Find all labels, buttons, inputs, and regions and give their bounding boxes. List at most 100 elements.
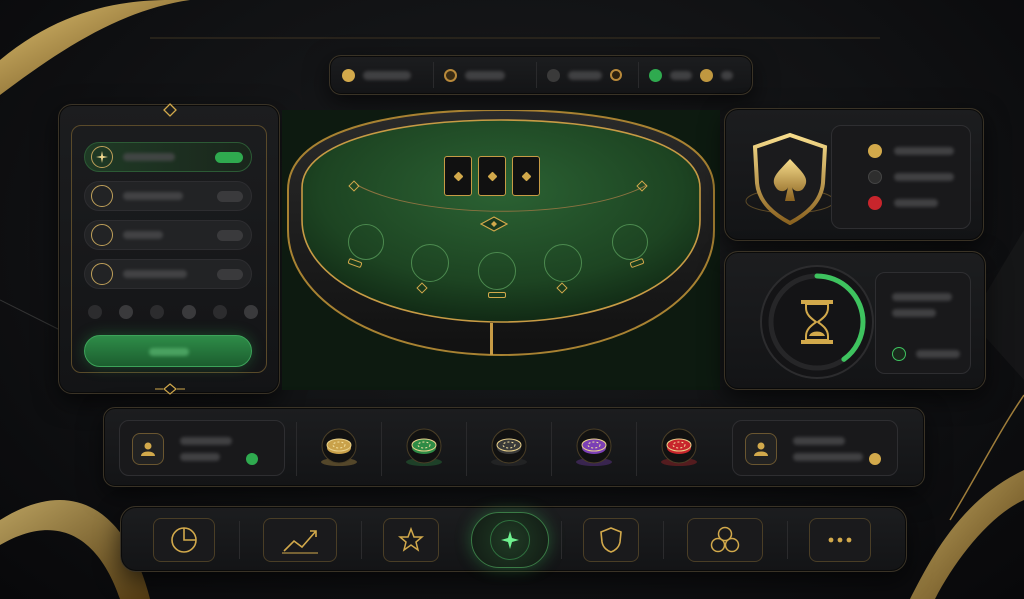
toggle-pill [217,268,243,280]
player-card-right[interactable] [732,420,898,476]
player-name [180,437,232,445]
gold-token-icon [609,69,622,81]
gold-token-icon [444,68,458,82]
trend-chart-icon [282,530,318,554]
spade-shield-icon [745,132,835,225]
nav-security-button[interactable] [583,518,639,562]
mode-option-label [123,270,187,278]
chip-black[interactable] [466,422,550,476]
pager-dot[interactable] [150,305,165,319]
top-status-bar [329,55,753,95]
chip-green[interactable] [381,422,465,476]
status-segment[interactable] [546,62,639,88]
star-icon [398,527,424,552]
game-lobby-screen [0,0,1024,599]
player-name [793,437,845,445]
pager-dot[interactable] [212,305,227,319]
timer-status-label [916,350,960,358]
gold-chip-icon [316,424,362,475]
nav-more-button[interactable] [809,518,871,562]
mode-option-3[interactable] [84,220,252,250]
indicator-gold-icon [868,144,882,158]
confirm-button[interactable] [84,335,252,367]
indicator-label [894,147,954,155]
black-chip-icon [486,424,532,475]
nav-stats-button[interactable] [153,518,215,562]
chip-purple[interactable] [551,422,635,476]
radio-icon [91,185,113,207]
token-label [465,70,506,80]
mode-option-1[interactable] [84,142,252,172]
mode-option-label [123,153,175,161]
nav-clubs-button[interactable] [687,518,763,562]
seat-4[interactable] [544,244,582,282]
toggle-pill [215,151,243,163]
indicator-red-icon [868,196,882,210]
nav-trends-button[interactable] [263,518,337,562]
mode-option-label [123,231,163,239]
seat-2[interactable] [411,244,449,282]
security-panel [724,108,984,241]
timer-status-icon [892,347,906,361]
shield-icon [600,527,622,553]
card-back [478,156,506,196]
player-balance [180,453,220,461]
pager-dot[interactable] [88,305,102,319]
more-icon [828,537,852,543]
card-back [444,156,472,196]
seat-1[interactable] [348,224,384,260]
indicator-label [894,173,954,181]
seat-3[interactable] [478,252,516,290]
gold-coin-icon [342,68,355,82]
seat-5[interactable] [612,224,648,260]
home-gem-icon [490,520,530,560]
poker-table-felt [282,108,720,390]
diamond-ornament-icon [163,103,177,117]
mode-option-4[interactable] [84,259,252,289]
timer-panel [724,251,986,390]
player-card-left[interactable] [119,420,285,476]
dealer-diamond-icon [480,216,508,232]
online-segment[interactable] [648,62,740,88]
balance-label [363,70,411,80]
coin-count-label [720,70,733,80]
pager-dot[interactable] [119,305,134,319]
online-label [669,70,692,80]
pager-dot[interactable] [243,305,258,319]
green-online-icon [648,68,662,82]
community-cards [444,156,540,196]
mode-option-label [123,192,183,200]
mode-option-2[interactable] [84,181,252,211]
balance-segment[interactable] [342,62,435,88]
purple-chip-icon [571,424,617,475]
indicator-label [894,199,938,207]
timer-info-card [875,272,971,374]
player-balance [793,453,863,461]
pager-dots[interactable] [88,305,258,319]
timer-sublabel [892,309,936,317]
token-segment[interactable] [444,62,537,88]
toggle-pill [217,190,243,202]
player-status-icon [246,453,258,465]
toggle-pill [217,229,243,241]
sparkle-icon [91,146,113,168]
indicator-dark-icon [868,170,882,184]
nav-home-button[interactable] [471,512,549,568]
nav-favorites-button[interactable] [383,518,439,562]
confirm-button-label [149,348,189,356]
diamond-ornament-icon [155,383,185,395]
chip-stack-icon [488,292,506,298]
player-status-icon [869,453,881,465]
pie-chart-icon [171,527,197,553]
chip-gold[interactable] [296,422,380,476]
status-label [567,70,602,80]
user-icon [745,433,777,465]
gold-coin-icon [699,68,713,82]
status-dot-icon [546,68,560,82]
pager-dot[interactable] [181,305,196,319]
green-chip-icon [401,424,447,475]
hourglass-icon [801,300,833,344]
chip-red[interactable] [636,422,720,476]
security-status-card [831,125,971,229]
clubs-icon [710,526,740,553]
